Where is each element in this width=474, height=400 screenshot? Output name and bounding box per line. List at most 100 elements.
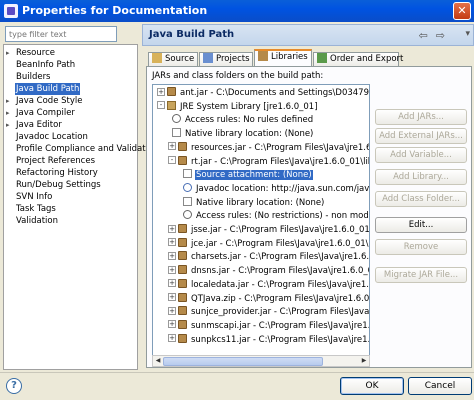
category-tree[interactable]: ▸ Resource BeanInfo Path Builders Java Build… [3, 44, 153, 370]
collapse-toggle-icon[interactable]: - [168, 156, 176, 164]
expand-arrow-icon[interactable]: ▸ [6, 95, 15, 107]
expand-arrow-icon[interactable]: ▸ [6, 119, 15, 131]
expand-toggle-icon[interactable]: + [168, 293, 176, 301]
forward-arrow-icon[interactable]: ⇨ [436, 29, 453, 42]
tree-row-label: localedata.jar - C:\Program Files\Java\j… [191, 279, 369, 290]
tree-row-label: rt.jar - C:\Program Files\Java\jre1.6.0_… [191, 156, 370, 167]
tree-row[interactable]: + dnsns.jar - C:\Program Files\Java\jre1.… [168, 265, 369, 277]
javadoc-icon [183, 182, 192, 192]
expand-toggle-icon[interactable]: + [157, 87, 165, 96]
nav-item[interactable]: Run/Debug Settings [6, 179, 102, 191]
nav-item[interactable]: Javadoc Location [6, 131, 89, 143]
build-path-tree[interactable]: + ant.jar - C:\Documents and Settings\D03… [152, 84, 370, 367]
tab-label: Order and Export [330, 54, 404, 64]
nav-item[interactable]: BeanInfo Path [6, 59, 76, 71]
tree-row[interactable]: + jce.jar - C:\Program Files\Java\jre1.6.… [168, 237, 369, 250]
help-icon[interactable]: ? [6, 378, 22, 394]
expand-toggle-icon[interactable]: + [168, 251, 176, 260]
app-icon [4, 4, 18, 18]
tree-row-label: sunmscapi.jar - C:\Program Files\Java\jr… [191, 320, 370, 331]
tab-source[interactable]: Source [148, 52, 198, 67]
expand-toggle-icon[interactable]: + [168, 265, 176, 274]
nav-item[interactable]: Refactoring History [6, 167, 99, 179]
tree-row[interactable]: + localedata.jar - C:\Program Files\Java\… [168, 278, 369, 291]
add-class-folder-button[interactable]: Add Class Folder... [375, 191, 467, 207]
tree-row-label: Source attachment: (None) [195, 170, 313, 181]
tree-row[interactable]: + sunpkcs11.jar - C:\Program Files\Java\j… [168, 333, 370, 346]
add-external-jars-button[interactable]: Add External JARs... [375, 128, 467, 144]
nav-item-label: Project References [16, 156, 96, 166]
expand-arrow-icon[interactable]: ▸ [6, 107, 15, 119]
nav-item[interactable]: SVN Info [6, 191, 53, 203]
scroll-right-icon[interactable]: ▶ [359, 356, 369, 366]
edit-button[interactable]: Edit... [375, 217, 467, 233]
source-attachment-icon [183, 169, 192, 179]
tree-row[interactable]: Source attachment: (None) [179, 169, 313, 181]
nav-item[interactable]: Java Build Path [6, 83, 81, 95]
horizontal-scrollbar[interactable]: ◀ ▶ [152, 355, 370, 367]
tab-order-and-export[interactable]: Order and Export [313, 52, 403, 67]
page-title: Java Build Path [149, 29, 235, 40]
tab-label: Projects [216, 54, 250, 64]
tree-row[interactable]: + charsets.jar - C:\Program Files\Java\jr… [168, 251, 369, 263]
expand-toggle-icon[interactable]: + [168, 238, 176, 247]
nav-item[interactable]: Validation [6, 215, 59, 227]
panel-label: JARs and class folders on the build path… [152, 71, 324, 81]
add-jars-button[interactable]: Add JARs... [375, 109, 467, 125]
scroll-left-icon[interactable]: ◀ [153, 356, 163, 366]
nav-item[interactable]: Task Tags [6, 203, 57, 215]
tree-row[interactable]: Access rules: No rules defined [168, 114, 314, 126]
expand-toggle-icon[interactable]: + [168, 279, 176, 288]
ok-button[interactable]: OK [340, 377, 404, 395]
nav-item[interactable]: Profile Compliance and Validatic [6, 143, 154, 155]
native-library-icon [183, 196, 192, 206]
tree-row[interactable]: + resources.jar - C:\Program Files\Java\j… [168, 141, 369, 154]
expand-toggle-icon[interactable]: + [168, 306, 176, 315]
libraries-icon [258, 50, 268, 61]
tree-row[interactable]: + ant.jar - C:\Documents and Settings\D03… [157, 87, 369, 99]
add-variable-button[interactable]: Add Variable... [375, 147, 467, 163]
tree-row[interactable]: + sunmscapi.jar - C:\Program Files\Java\j… [168, 319, 370, 332]
tree-row-label: sunpkcs11.jar - C:\Program Files\Java\jr… [191, 334, 370, 345]
nav-item[interactable]: ▸ Java Compiler [6, 107, 76, 119]
nav-item[interactable]: ▸ Java Code Style [6, 95, 83, 107]
nav-item-label: Javadoc Location [16, 132, 88, 142]
view-menu-icon[interactable]: ▾ [465, 29, 470, 39]
expand-arrow-icon[interactable]: ▸ [6, 47, 15, 59]
jar-icon [178, 237, 187, 247]
filter-input[interactable] [5, 26, 117, 42]
collapse-toggle-icon[interactable]: - [157, 101, 165, 110]
tree-row[interactable]: - JRE System Library [jre1.6.0_01] [157, 100, 319, 113]
close-button[interactable]: ✕ [453, 2, 471, 20]
scroll-thumb[interactable] [163, 357, 323, 366]
expand-toggle-icon[interactable]: + [168, 334, 176, 343]
migrate-jar-file-button[interactable]: Migrate JAR File... [375, 267, 467, 283]
libraries-panel: JARs and class folders on the build path… [146, 66, 472, 368]
nav-item[interactable]: Project References [6, 155, 96, 167]
tree-row[interactable]: + jsse.jar - C:\Program Files\Java\jre1.6… [168, 224, 369, 236]
tree-row-label: Access rules: (No restrictions) - non mo… [196, 211, 370, 222]
cancel-button[interactable]: Cancel [408, 377, 472, 395]
tree-row[interactable]: Javadoc location: http://java.sun.com/ja… [179, 182, 369, 195]
expand-toggle-icon[interactable]: + [168, 142, 176, 151]
tab-libraries[interactable]: Libraries [254, 49, 312, 67]
add-library-button[interactable]: Add Library... [375, 169, 467, 185]
jar-icon [178, 141, 187, 151]
tree-row[interactable]: Access rules: (No restrictions) - non mo… [179, 210, 370, 222]
nav-item-label: Refactoring History [16, 168, 98, 178]
tree-row[interactable]: Native library location: (None) [168, 128, 314, 140]
back-arrow-icon[interactable]: ⇦ [419, 29, 436, 42]
tree-row[interactable]: + sunjce_provider.jar - C:\Program Files\… [168, 306, 369, 318]
tree-row[interactable]: + QTJava.zip - C:\Program Files\Java\jre1… [168, 292, 370, 305]
tree-row[interactable]: - rt.jar - C:\Program Files\Java\jre1.6.0… [168, 155, 370, 168]
tree-row[interactable]: Native library location: (None) [179, 196, 325, 209]
nav-item[interactable]: ▸ Java Editor [6, 119, 63, 131]
tree-row-label: QTJava.zip - C:\Program Files\Java\jre1.… [191, 293, 370, 304]
remove-button[interactable]: Remove [375, 239, 467, 255]
expand-toggle-icon[interactable]: + [168, 224, 176, 233]
tab-projects[interactable]: Projects [199, 52, 253, 67]
nav-item[interactable]: Builders [6, 71, 52, 83]
expand-toggle-icon[interactable]: + [168, 320, 176, 329]
nav-item[interactable]: ▸ Resource [6, 47, 56, 59]
dialog-client: ▸ResourceBeanInfo PathBuildersJava Build… [0, 22, 474, 400]
